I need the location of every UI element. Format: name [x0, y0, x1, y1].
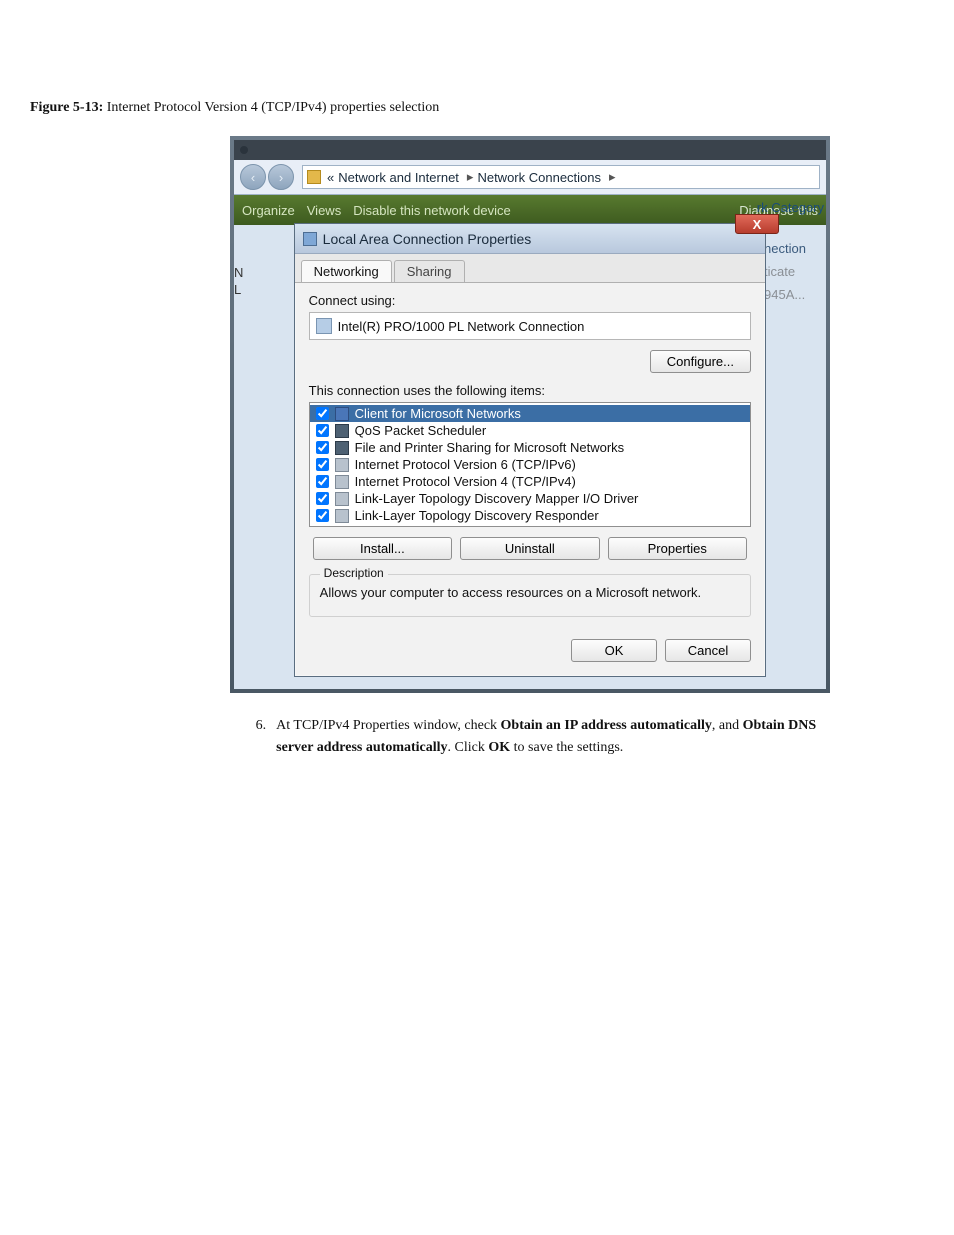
- address-bar[interactable]: « Network and Internet ▸ Network Connect…: [302, 165, 820, 189]
- component-icon: [335, 509, 349, 523]
- explorer-navbar: ‹ › « Network and Internet ▸ Network Con…: [234, 160, 826, 195]
- item-label: Client for Microsoft Networks: [355, 406, 521, 421]
- list-item[interactable]: QoS Packet Scheduler: [310, 422, 750, 439]
- component-icon: [335, 441, 349, 455]
- properties-button[interactable]: Properties: [608, 537, 747, 560]
- breadcrumb-network-internet[interactable]: Network and Internet: [338, 170, 459, 185]
- dialog-titlebar[interactable]: Local Area Connection Properties X: [295, 224, 765, 254]
- component-icon: [335, 424, 349, 438]
- description-text: Allows your computer to access resources…: [320, 585, 701, 600]
- location-icon: [307, 170, 321, 184]
- bg-col-n: N: [234, 265, 254, 280]
- item-label: Link-Layer Topology Discovery Responder: [355, 508, 599, 523]
- bg-category-header: rk Category: [757, 200, 824, 215]
- back-button[interactable]: ‹: [240, 164, 266, 190]
- back-icon: ‹: [251, 170, 255, 185]
- breadcrumb-prefix: «: [327, 170, 334, 185]
- connection-properties-dialog: Local Area Connection Properties X Netwo…: [294, 223, 766, 677]
- item-label: Link-Layer Topology Discovery Mapper I/O…: [355, 491, 639, 506]
- adapter-icon: [316, 318, 332, 334]
- item-checkbox[interactable]: [316, 424, 329, 437]
- list-item[interactable]: Internet Protocol Version 6 (TCP/IPv6): [310, 456, 750, 473]
- item-checkbox[interactable]: [316, 475, 329, 488]
- uninstall-button[interactable]: Uninstall: [460, 537, 599, 560]
- breadcrumb-sep: ▸: [609, 169, 616, 185]
- tab-networking[interactable]: Networking: [301, 260, 392, 282]
- bg-list-column-header: N L: [234, 225, 254, 299]
- description-legend: Description: [320, 566, 388, 580]
- close-button[interactable]: X: [735, 214, 779, 234]
- cancel-button[interactable]: Cancel: [665, 639, 751, 662]
- step-number: 6.: [250, 715, 266, 758]
- toolbar-disable-device[interactable]: Disable this network device: [353, 203, 511, 218]
- figure-caption-text: Internet Protocol Version 4 (TCP/IPv4) p…: [103, 100, 439, 115]
- configure-button[interactable]: Configure...: [650, 350, 751, 373]
- connect-using-label: Connect using:: [309, 293, 751, 308]
- component-icon: [335, 492, 349, 506]
- browser-titlebar-obscured: [234, 140, 826, 160]
- instruction-step: 6. At TCP/IPv4 Properties window, check …: [250, 715, 830, 758]
- item-label: Internet Protocol Version 4 (TCP/IPv4): [355, 474, 576, 489]
- install-button[interactable]: Install...: [313, 537, 452, 560]
- network-icon: [303, 232, 317, 246]
- screenshot-frame: ‹ › « Network and Internet ▸ Network Con…: [230, 136, 830, 693]
- adapter-name: Intel(R) PRO/1000 PL Network Connection: [338, 319, 585, 334]
- tab-sharing[interactable]: Sharing: [394, 260, 465, 282]
- component-icon: [335, 407, 349, 421]
- close-icon: X: [753, 217, 762, 232]
- bg-col-l: L: [234, 282, 254, 297]
- list-item[interactable]: Link-Layer Topology Discovery Mapper I/O…: [310, 490, 750, 507]
- item-checkbox[interactable]: [316, 458, 329, 471]
- forward-icon: ›: [279, 170, 283, 185]
- item-checkbox[interactable]: [316, 492, 329, 505]
- items-listbox[interactable]: Client for Microsoft Networks QoS Packet …: [309, 402, 751, 527]
- figure-number: Figure 5-13:: [30, 100, 103, 115]
- bg-nticate-label: nticate: [757, 264, 824, 279]
- item-label: Internet Protocol Version 6 (TCP/IPv6): [355, 457, 576, 472]
- bg-model-label: 3945A...: [757, 287, 824, 302]
- breadcrumb-sep: ▸: [467, 169, 474, 185]
- item-label: File and Printer Sharing for Microsoft N…: [355, 440, 624, 455]
- list-item[interactable]: Link-Layer Topology Discovery Responder: [310, 507, 750, 524]
- bg-connection-label: nnection: [757, 241, 824, 256]
- component-icon: [335, 458, 349, 472]
- figure-caption: Figure 5-13: Internet Protocol Version 4…: [30, 100, 924, 116]
- list-item[interactable]: Client for Microsoft Networks: [310, 405, 750, 422]
- list-item[interactable]: File and Printer Sharing for Microsoft N…: [310, 439, 750, 456]
- items-label: This connection uses the following items…: [309, 383, 751, 398]
- forward-button[interactable]: ›: [268, 164, 294, 190]
- item-label: QoS Packet Scheduler: [355, 423, 487, 438]
- toolbar-views[interactable]: Views: [307, 203, 341, 218]
- list-item[interactable]: Internet Protocol Version 4 (TCP/IPv4): [310, 473, 750, 490]
- dialog-title: Local Area Connection Properties: [323, 231, 532, 247]
- step-text: At TCP/IPv4 Properties window, check Obt…: [276, 715, 830, 758]
- ok-button[interactable]: OK: [571, 639, 657, 662]
- item-checkbox[interactable]: [316, 509, 329, 522]
- toolbar-organize[interactable]: Organize: [242, 203, 295, 218]
- component-icon: [335, 475, 349, 489]
- item-checkbox[interactable]: [316, 407, 329, 420]
- description-group: Description Allows your computer to acce…: [309, 574, 751, 617]
- breadcrumb-network-connections[interactable]: Network Connections: [477, 170, 601, 185]
- blurred-icon: [240, 146, 248, 154]
- item-checkbox[interactable]: [316, 441, 329, 454]
- dialog-tabs: Networking Sharing: [295, 254, 765, 283]
- adapter-field[interactable]: Intel(R) PRO/1000 PL Network Connection: [309, 312, 751, 340]
